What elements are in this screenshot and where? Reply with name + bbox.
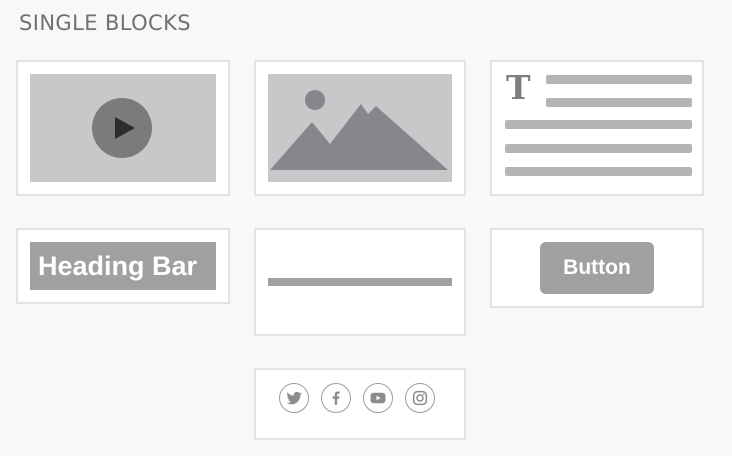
text-line bbox=[546, 98, 692, 107]
section-title: SINGLE BLOCKS bbox=[19, 11, 192, 35]
play-icon bbox=[92, 98, 152, 158]
image-block[interactable] bbox=[254, 60, 466, 196]
button-block[interactable]: Button bbox=[490, 228, 704, 308]
video-thumbnail bbox=[30, 74, 216, 182]
heading-bar-preview: Heading Bar bbox=[30, 242, 216, 290]
horizontal-rule-icon bbox=[268, 278, 452, 286]
button-preview: Button bbox=[540, 242, 654, 294]
text-line bbox=[505, 167, 692, 176]
video-block[interactable] bbox=[16, 60, 230, 196]
mountain-image-icon bbox=[270, 90, 448, 170]
instagram-icon bbox=[405, 383, 435, 413]
twitter-icon bbox=[279, 383, 309, 413]
social-block[interactable] bbox=[254, 368, 466, 440]
image-thumbnail bbox=[268, 74, 452, 182]
text-line bbox=[505, 120, 692, 129]
text-glyph-icon: T bbox=[506, 68, 531, 107]
divider-block[interactable] bbox=[254, 228, 466, 336]
social-icons-row bbox=[279, 383, 435, 415]
text-line bbox=[505, 144, 692, 153]
text-block[interactable]: T bbox=[490, 60, 704, 196]
heading-bar-block[interactable]: Heading Bar bbox=[16, 228, 230, 304]
facebook-icon bbox=[321, 383, 351, 413]
youtube-icon bbox=[363, 383, 393, 413]
play-triangle bbox=[115, 117, 135, 139]
text-line bbox=[546, 75, 692, 84]
